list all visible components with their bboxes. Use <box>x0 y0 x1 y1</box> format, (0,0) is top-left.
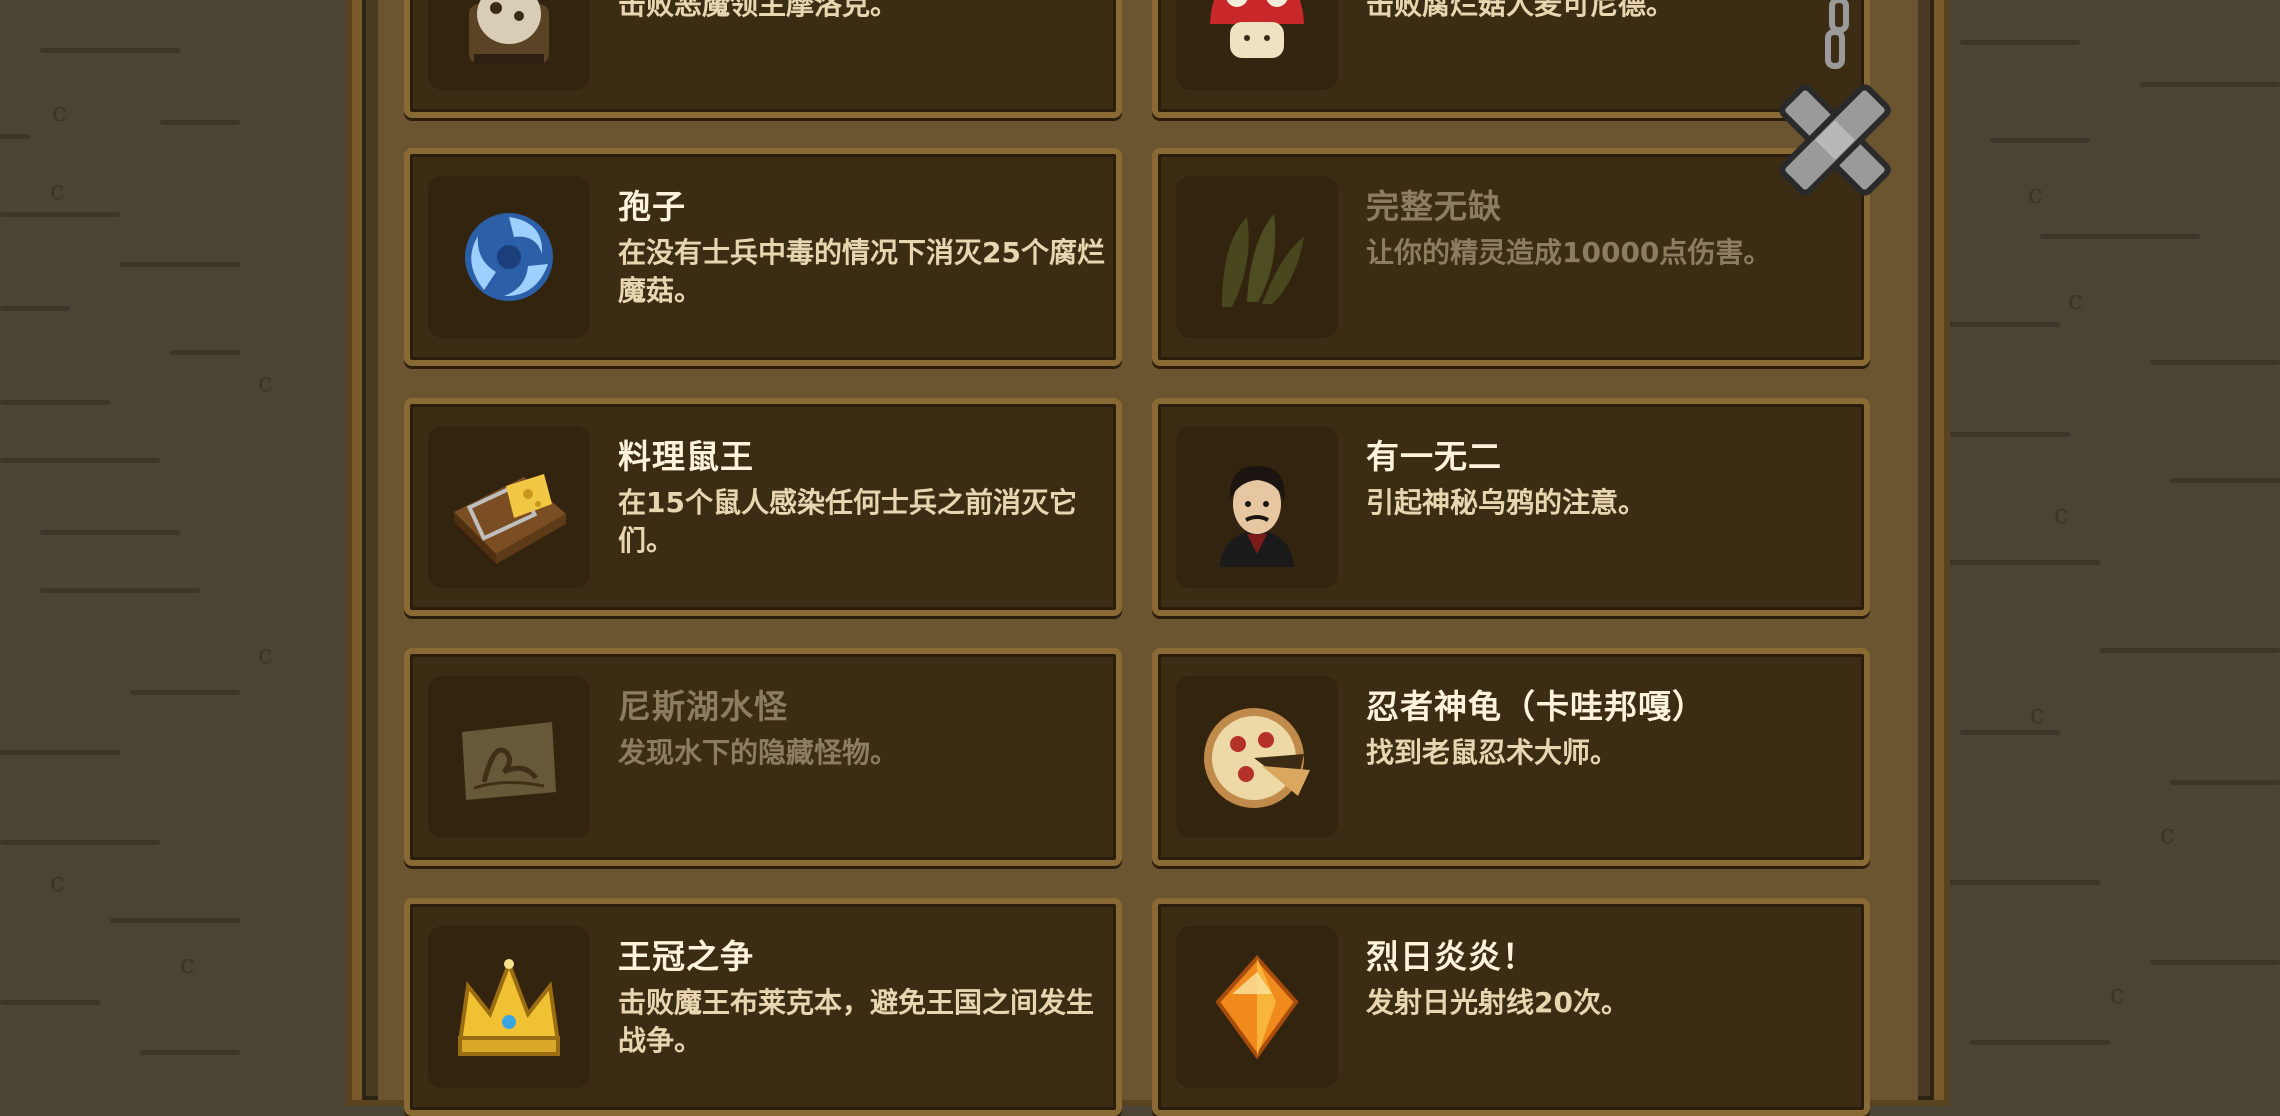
achievement-desc: 在没有士兵中毒的情况下消灭25个腐烂魔菇。 <box>618 236 1105 307</box>
icon-frame <box>428 926 590 1088</box>
monster-map-icon <box>462 722 556 800</box>
sun-crystal-icon <box>1215 954 1299 1060</box>
achievement-desc: 发现水下的隐藏怪物。 <box>618 736 899 769</box>
achievement-title: 忍者神龟（卡哇邦嘎） <box>1366 687 1706 726</box>
icon-frame <box>428 0 590 90</box>
achievement-desc: 引起神秘乌鸦的注意。 <box>1366 486 1647 519</box>
achievement-title: 尼斯湖水怪 <box>618 687 788 726</box>
achievement-card[interactable]: 烈日炎炎！ 发射日光射线20次。 <box>1152 898 1870 1116</box>
achievement-card[interactable]: 忍者神龟（卡哇邦嘎） 找到老鼠忍术大师。 <box>1152 648 1870 866</box>
mushroom-icon <box>1210 0 1304 58</box>
poet-portrait-icon <box>1220 466 1294 567</box>
achievement-title: 有一无二 <box>1366 437 1502 476</box>
achievement-title: 孢子 <box>618 187 686 226</box>
achievement-card[interactable]: 料理鼠王 在15个鼠人感染任何士兵之前消灭它们。 <box>404 398 1122 616</box>
icon-frame <box>1176 0 1338 90</box>
achievement-desc: 在15个鼠人感染任何士兵之前消灭它们。 <box>618 486 1077 557</box>
achievement-card[interactable]: 击败恶魔领主摩洛克。 <box>404 0 1122 118</box>
achievement-card[interactable]: 有一无二 引起神秘乌鸦的注意。 <box>1152 398 1870 616</box>
achievement-desc: 让你的精灵造成10000点伤害。 <box>1366 236 1772 269</box>
achievement-desc: 找到老鼠忍术大师。 <box>1366 736 1619 769</box>
icon-frame <box>428 426 590 588</box>
achievement-desc: 击败魔王布莱克本，避免王国之间发生战争。 <box>618 986 1095 1057</box>
close-button[interactable] <box>1760 0 1910 230</box>
icon-frame <box>1176 926 1338 1088</box>
elf-leaves-icon <box>1222 214 1304 307</box>
crown-icon <box>457 958 561 1056</box>
icon-frame <box>1176 176 1338 338</box>
achievement-card[interactable]: 尼斯湖水怪 发现水下的隐藏怪物。 <box>404 648 1122 866</box>
achievement-title: 料理鼠王 <box>618 437 754 476</box>
close-x-icon <box>1779 0 1891 196</box>
pizza-icon <box>1204 708 1310 808</box>
achievement-desc: 击败恶魔领主摩洛克。 <box>618 0 899 21</box>
achievement-title: 烈日炎炎！ <box>1366 937 1536 976</box>
achievement-title: 完整无缺 <box>1366 187 1502 226</box>
throne-icon <box>469 0 549 64</box>
achievement-title: 王冠之争 <box>618 937 754 976</box>
icon-frame <box>428 676 590 838</box>
icon-frame <box>1176 676 1338 838</box>
achievement-desc: 发射日光射线20次。 <box>1366 986 1629 1019</box>
achievement-card[interactable]: 王冠之争 击败魔王布莱克本，避免王国之间发生战争。 <box>404 898 1122 1116</box>
icon-frame <box>428 176 590 338</box>
icon-frame <box>1176 426 1338 588</box>
mousetrap-icon <box>454 474 566 564</box>
spore-swirl-icon <box>465 213 553 301</box>
achievement-card[interactable]: 孢子 在没有士兵中毒的情况下消灭25个腐烂魔菇。 <box>404 148 1122 366</box>
